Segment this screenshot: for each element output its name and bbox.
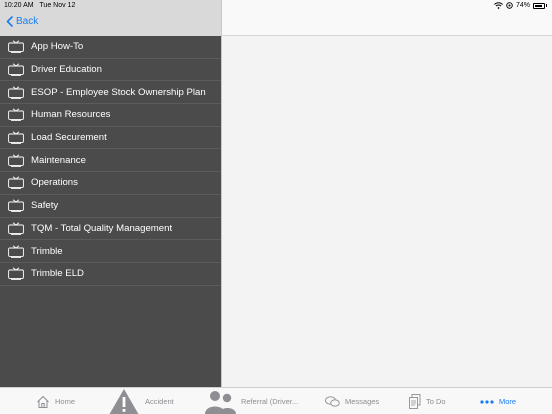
location-icon — [506, 2, 513, 9]
list-item-label: Load Securement — [31, 132, 107, 144]
tv-icon — [8, 267, 24, 281]
tv-icon — [8, 222, 24, 235]
list-item[interactable]: Human Resources — [0, 104, 221, 127]
tab-todo[interactable]: To Do — [409, 388, 446, 414]
status-bar: 10:20 AM Tue Nov 12 74% — [0, 0, 552, 12]
list-item-label: Trimble ELD — [31, 268, 84, 280]
list-item[interactable]: Operations — [0, 172, 221, 195]
chevron-left-icon — [6, 16, 13, 27]
status-time: 10:20 AM — [4, 2, 34, 9]
tab-home-label: Home — [55, 397, 76, 406]
wifi-icon — [494, 2, 503, 9]
ellipsis-icon — [480, 399, 494, 404]
tab-todo-label: To Do — [426, 397, 446, 406]
list-item-label: App How-To — [31, 41, 84, 53]
status-right: 74% — [494, 2, 547, 9]
list-item[interactable]: Load Securement — [0, 127, 221, 150]
warning-triangle-icon — [109, 388, 139, 414]
people-icon — [205, 390, 236, 414]
list-item-label: TQM - Total Quality Management — [31, 222, 173, 234]
sidebar: Back App How-To Driver Education ESOP - Em… — [0, 0, 221, 387]
tv-icon — [8, 63, 24, 76]
list-item-label: Trimble — [31, 245, 63, 257]
list-item[interactable]: Driver Education — [0, 59, 221, 82]
tab-home[interactable]: Home — [36, 388, 75, 414]
tv-icon — [8, 244, 24, 258]
list-item-label: Operations — [31, 177, 78, 189]
tv-icon — [8, 108, 24, 122]
tab-more-label: More — [499, 397, 517, 406]
list-item-label: Human Resources — [31, 109, 111, 121]
tab-referral-label: Referral (Driver... — [241, 397, 299, 406]
list-item[interactable]: ESOP - Employee Stock Ownership Plan — [0, 81, 221, 105]
list-item-label: Maintenance — [31, 154, 86, 166]
tab-accident-label: Accident — [145, 397, 174, 406]
battery-percent: 74% — [515, 2, 530, 9]
tv-icon — [8, 176, 24, 190]
tv-icon — [8, 86, 24, 99]
tab-bar: Home Accident Referral (Driver... Messag… — [0, 387, 552, 414]
list-item[interactable]: Trimble — [0, 240, 221, 263]
list-item[interactable]: TQM - Total Quality Management — [0, 218, 221, 241]
tv-icon — [8, 199, 24, 213]
documents-icon — [409, 394, 421, 409]
app-root: 10:20 AM Tue Nov 12 74% Back App How-To … — [0, 0, 552, 414]
status-left: 10:20 AM Tue Nov 12 — [4, 2, 79, 9]
list-item[interactable]: Trimble ELD — [0, 263, 221, 286]
tv-icon — [8, 40, 24, 54]
tab-messages-label: Messages — [345, 397, 380, 406]
detail-panel — [221, 0, 552, 387]
status-date: Tue Nov 12 — [39, 2, 76, 9]
list-item[interactable]: App How-To — [0, 36, 221, 59]
tv-icon — [8, 131, 24, 144]
house-icon — [37, 395, 49, 408]
list-item-label: Driver Education — [31, 64, 102, 76]
list-item-label: ESOP - Employee Stock Ownership Plan — [31, 86, 206, 98]
back-button[interactable]: Back — [6, 16, 38, 27]
chat-bubbles-icon — [325, 395, 340, 407]
tab-messages[interactable]: Messages — [325, 388, 379, 414]
battery-tip — [546, 4, 547, 7]
list-item-label: Safety — [31, 200, 59, 212]
back-label: Back — [16, 16, 39, 27]
battery-icon — [533, 2, 545, 9]
tab-more[interactable]: More — [480, 388, 516, 414]
tab-referral[interactable]: Referral (Driver... — [205, 388, 298, 414]
tab-accident[interactable]: Accident — [108, 388, 174, 414]
category-list: App How-To Driver Education ESOP - Employe… — [0, 36, 221, 286]
list-item[interactable]: Safety — [0, 195, 221, 218]
tv-icon — [8, 154, 24, 167]
list-item[interactable]: Maintenance — [0, 149, 221, 173]
